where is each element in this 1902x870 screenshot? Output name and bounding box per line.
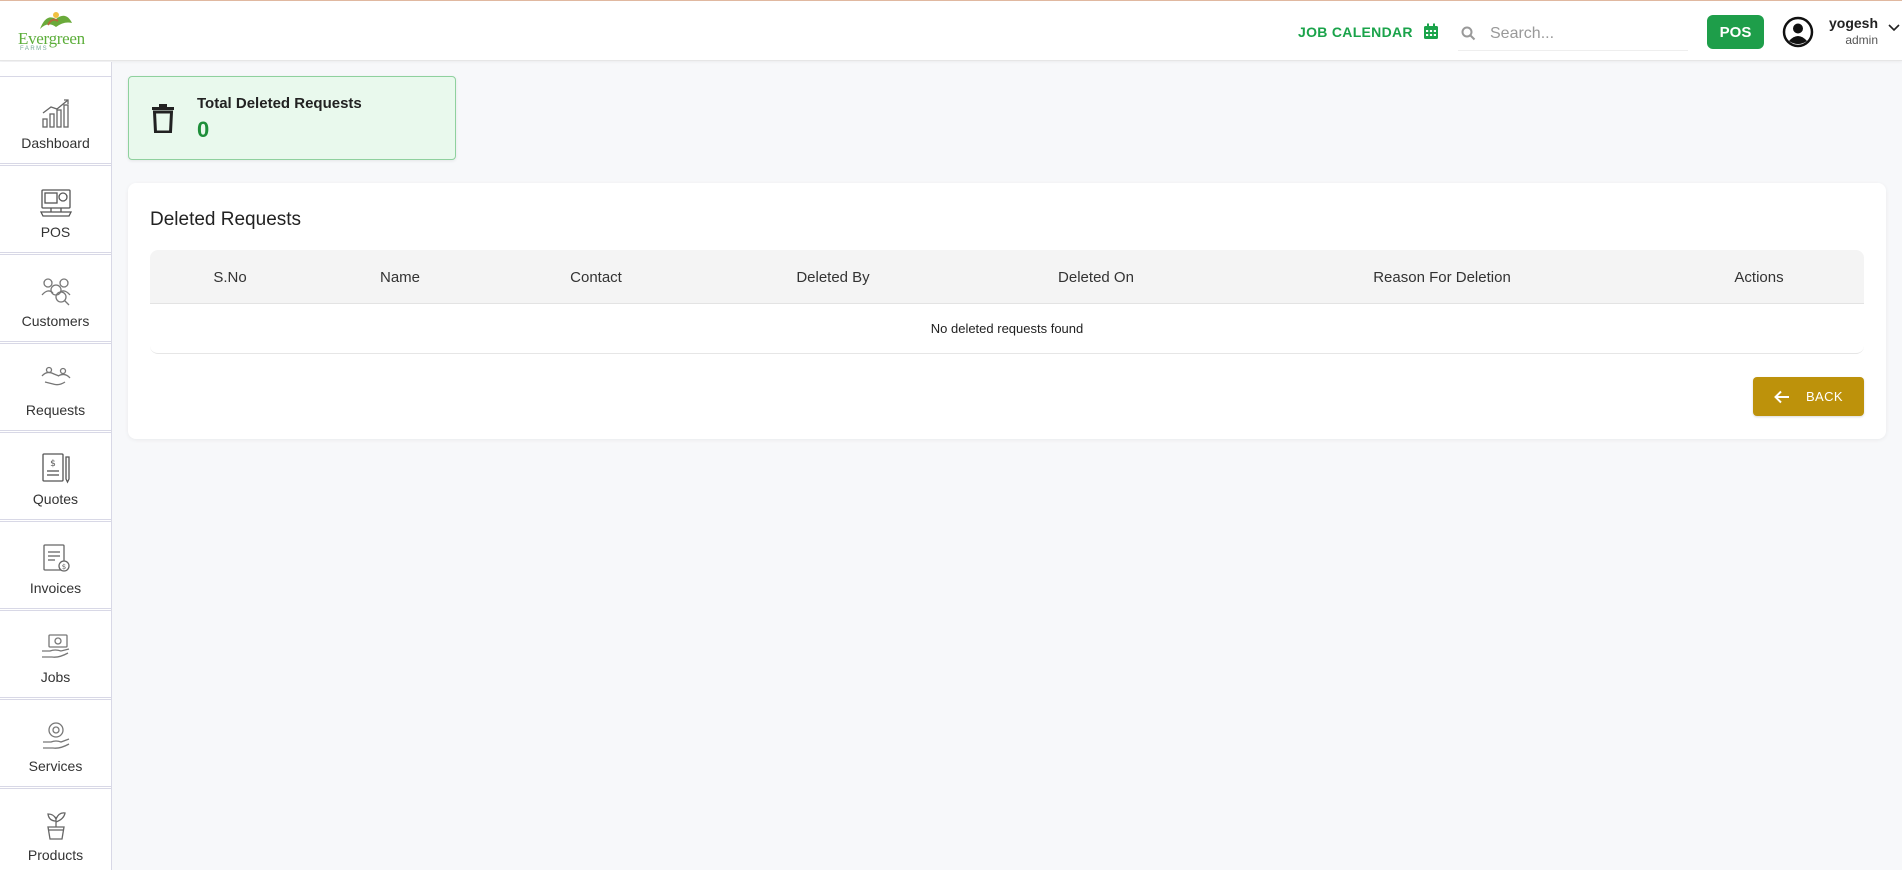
- sidebar-item-pos[interactable]: POS: [0, 165, 112, 253]
- invoices-icon: $: [42, 544, 70, 572]
- pos-button[interactable]: POS: [1707, 15, 1764, 49]
- sidebar-item-customers[interactable]: Customers: [0, 254, 112, 342]
- column-header-deleted-by[interactable]: Deleted By: [796, 250, 869, 304]
- column-header-deleted-on[interactable]: Deleted On: [1058, 250, 1134, 304]
- back-button[interactable]: BACK: [1753, 377, 1864, 416]
- services-icon: [42, 722, 69, 749]
- chevron-down-icon[interactable]: [1888, 23, 1900, 33]
- logo-leaf-icon: [40, 12, 72, 29]
- sidebar-item-requests[interactable]: Requests: [0, 343, 112, 431]
- sidebar-item-label: Dashboard: [21, 135, 90, 151]
- deleted-requests-panel: Deleted Requests S.No Name Contact Delet…: [128, 183, 1886, 439]
- user-menu[interactable]: yogesh admin: [1822, 15, 1878, 47]
- top-header: Evergreen FARMS JOB CALENDAR POS yogesh …: [0, 0, 1902, 61]
- sidebar: Dashboard POS Customers Requests $ Quote…: [0, 62, 112, 870]
- sidebar-item-label: Quotes: [32, 491, 79, 507]
- customers-icon: [41, 278, 70, 306]
- requests-icon: [41, 366, 70, 386]
- search-input[interactable]: [1490, 24, 1680, 43]
- table-header: S.No Name Contact Deleted By Deleted On …: [150, 250, 1864, 304]
- sidebar-item-label: Products: [27, 847, 84, 863]
- sidebar-item-label: Jobs: [40, 669, 71, 685]
- sidebar-item-services[interactable]: Services: [0, 699, 112, 787]
- column-header-sno[interactable]: S.No: [213, 250, 246, 304]
- search-box: [1458, 17, 1688, 51]
- products-plant-icon: [46, 812, 66, 840]
- sidebar-item-invoices[interactable]: $ Invoices: [0, 521, 112, 609]
- user-role: admin: [1845, 33, 1878, 47]
- sidebar-item-quotes[interactable]: $ Quotes: [0, 432, 112, 520]
- column-header-contact[interactable]: Contact: [570, 250, 622, 304]
- svg-text:$: $: [61, 563, 65, 571]
- empty-state-message: No deleted requests found: [930, 321, 1084, 336]
- job-calendar-label: JOB CALENDAR: [1298, 23, 1413, 40]
- trash-icon: [152, 104, 174, 133]
- evergreen-logo[interactable]: Evergreen FARMS: [18, 9, 90, 53]
- job-calendar-link[interactable]: JOB CALENDAR: [1298, 23, 1439, 40]
- stat-value: 0: [197, 117, 210, 142]
- column-header-actions[interactable]: Actions: [1734, 250, 1783, 304]
- sidebar-item-jobs[interactable]: Jobs: [0, 610, 112, 698]
- sidebar-item-products[interactable]: Products: [0, 788, 112, 870]
- back-button-label: BACK: [1805, 389, 1843, 404]
- logo-tagline: FARMS: [20, 46, 49, 52]
- sidebar-item-dashboard[interactable]: Dashboard: [0, 76, 112, 164]
- sidebar-item-label: Invoices: [29, 580, 82, 596]
- user-avatar-icon[interactable]: [1782, 16, 1814, 48]
- panel-title: Deleted Requests: [150, 209, 302, 230]
- quotes-icon: $: [41, 453, 70, 484]
- sidebar-item-label: Services: [28, 758, 83, 774]
- column-header-name[interactable]: Name: [380, 250, 420, 304]
- arrow-left-icon: [1774, 390, 1789, 403]
- svg-text:$: $: [50, 459, 56, 469]
- user-name: yogesh: [1828, 15, 1878, 31]
- total-deleted-requests-card: Total Deleted Requests 0: [128, 76, 456, 160]
- calendar-icon: [1423, 23, 1438, 39]
- sidebar-item-label: Requests: [25, 402, 86, 418]
- jobs-icon: [41, 634, 69, 658]
- sidebar-item-label: POS: [40, 224, 71, 240]
- pos-terminal-icon: [39, 189, 72, 217]
- dashboard-chart-icon: [41, 99, 69, 128]
- column-header-reason[interactable]: Reason For Deletion: [1373, 250, 1511, 304]
- search-icon: [1461, 26, 1476, 41]
- sidebar-item-label: Customers: [21, 313, 90, 329]
- deleted-requests-table: S.No Name Contact Deleted By Deleted On …: [150, 250, 1864, 354]
- stat-title: Total Deleted Requests: [197, 95, 362, 112]
